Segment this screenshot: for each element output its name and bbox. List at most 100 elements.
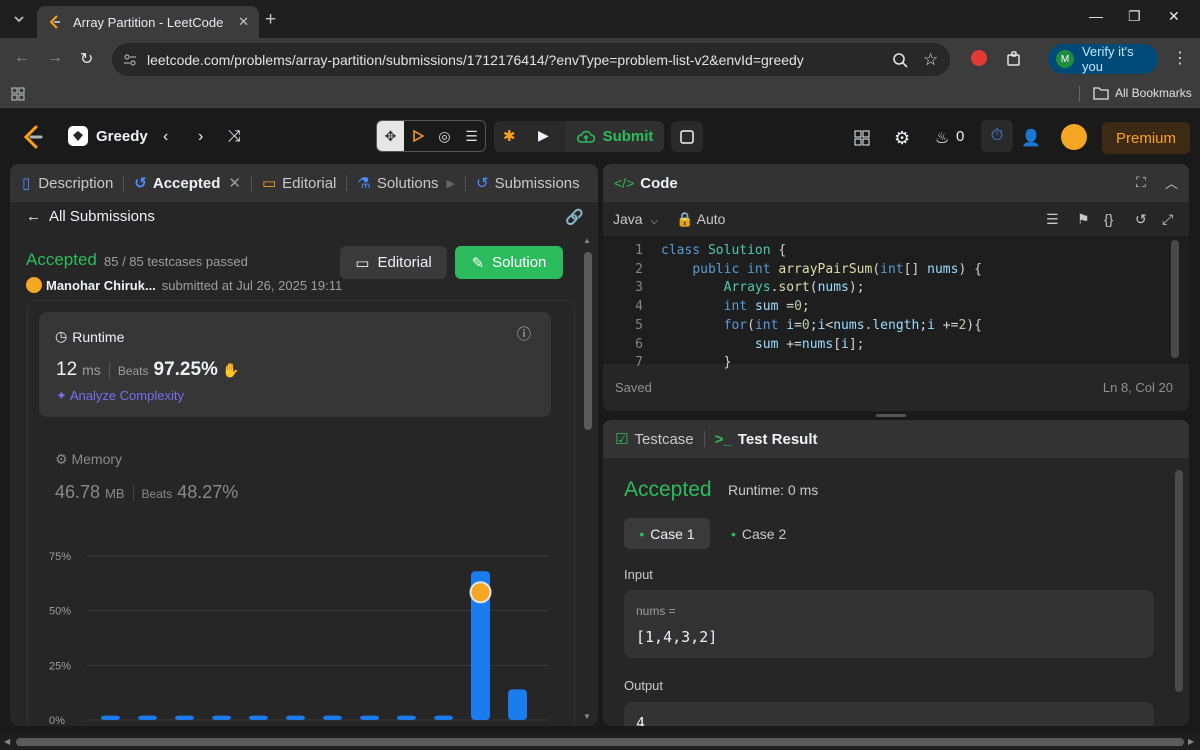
runtime-unit: ms	[82, 362, 101, 378]
horizontal-scroll-thumb[interactable]	[16, 738, 1184, 746]
mode-toggle[interactable]: 🔒 Auto	[676, 211, 725, 228]
streak-flame-icon[interactable]: ♨	[935, 128, 949, 148]
analyze-label: Analyze Complexity	[69, 388, 184, 403]
notes-button[interactable]	[671, 121, 703, 152]
panel-resize-handle[interactable]	[876, 414, 906, 417]
close-tab-icon[interactable]: ✕	[238, 14, 249, 30]
chart-bar[interactable]	[508, 689, 527, 720]
submit-button[interactable]: Submit	[566, 121, 664, 152]
extension-icon[interactable]	[971, 50, 987, 66]
bookmark-icon[interactable]: ⚑	[1077, 211, 1090, 228]
problem-list-title[interactable]: Greedy	[68, 126, 148, 146]
layout-icon[interactable]	[854, 130, 870, 146]
minimize-button[interactable]: —	[1089, 8, 1103, 24]
tab-test-result[interactable]: >_ Test Result	[709, 431, 824, 448]
run-button[interactable]: ▶	[538, 127, 549, 144]
left-scrollbar[interactable]	[584, 252, 592, 430]
link-icon[interactable]: 🔗	[565, 208, 584, 226]
tab-testcase[interactable]: ☑ Testcase	[603, 430, 700, 449]
drag-move-icon[interactable]: ✥	[377, 121, 404, 151]
forward-button[interactable]: →	[47, 49, 63, 67]
chart-bar[interactable]	[212, 715, 231, 720]
tab-search-button[interactable]	[8, 9, 30, 29]
page-horizontal-scrollbar[interactable]: ◀ ▶	[0, 734, 1200, 750]
tab-submissions[interactable]: ↺ Submissions	[470, 174, 586, 193]
apps-grid-icon[interactable]	[11, 87, 25, 101]
scroll-right-icon[interactable]: ▶	[1188, 737, 1194, 746]
solution-button[interactable]: ✎ Solution	[455, 246, 563, 279]
hide-icon[interactable]: ◎	[431, 121, 458, 151]
puzzle-extensions-icon[interactable]	[1005, 50, 1023, 68]
case-2-tab[interactable]: • Case 2	[731, 518, 786, 549]
scroll-left-icon[interactable]: ◀	[4, 737, 10, 746]
settings-sliders-icon[interactable]: ☰	[458, 121, 485, 151]
add-user-icon[interactable]: 👤	[1021, 128, 1041, 148]
result-scrollbar[interactable]	[1175, 470, 1183, 692]
expand-icon[interactable]: ⤢	[1162, 211, 1173, 228]
format-icon[interactable]: ☰	[1046, 211, 1059, 228]
braces-icon[interactable]: {}	[1104, 211, 1113, 227]
reload-button[interactable]: ↻	[80, 49, 93, 69]
back-button[interactable]: ←	[14, 49, 30, 67]
runtime-card[interactable]: ◷ Runtime ⓘ 12 ms Beats 97.25% ✋ ✦ Analyz…	[39, 312, 551, 417]
browser-tab[interactable]: Array Partition - LeetCode ✕	[37, 6, 259, 38]
your-submission-avatar[interactable]	[469, 581, 492, 604]
tab-accepted[interactable]: ↺ Accepted ✕	[128, 174, 247, 193]
submission-meta: Manohar Chiruk... submitted at Jul 26, 2…	[26, 277, 342, 293]
username[interactable]: Manohar Chiruk...	[46, 278, 156, 293]
verify-profile-button[interactable]: M Verify it's you	[1048, 44, 1158, 74]
code-line: int sum =0;	[723, 299, 810, 315]
chart-bar[interactable]	[360, 715, 379, 720]
tab-editorial[interactable]: ▭ Editorial	[256, 174, 342, 193]
debug-bug-icon[interactable]: ✱	[503, 127, 516, 145]
chart-bar[interactable]	[286, 715, 305, 720]
tab-label: Accepted	[152, 174, 221, 192]
reset-icon[interactable]: ↺	[1135, 211, 1147, 228]
code-scrollbar[interactable]	[1171, 240, 1179, 358]
chart-bar[interactable]	[323, 715, 342, 720]
leetcode-logo-icon[interactable]	[22, 125, 44, 149]
chart-bar[interactable]	[434, 715, 453, 720]
scroll-down-icon[interactable]: ▼	[583, 712, 591, 721]
chart-bar[interactable]	[397, 715, 416, 720]
next-problem-icon[interactable]: ›	[198, 128, 203, 146]
avatar[interactable]	[26, 277, 42, 293]
site-info-icon[interactable]	[122, 52, 138, 68]
premium-button[interactable]: Premium	[1102, 122, 1190, 154]
info-icon[interactable]: ⓘ	[517, 324, 531, 344]
chart-bar[interactable]	[175, 715, 194, 720]
collapse-icon[interactable]: ︿	[1165, 173, 1178, 192]
tab-description[interactable]: ▯ Description	[10, 174, 119, 193]
case-1-tab[interactable]: • Case 1	[624, 518, 710, 549]
chart-bar[interactable]	[249, 715, 268, 720]
chart-bar[interactable]	[101, 715, 120, 720]
zoom-icon[interactable]	[892, 52, 908, 68]
close-window-button[interactable]: ✕	[1168, 8, 1180, 25]
memory-title[interactable]: ⚙ Memory	[55, 451, 122, 468]
shuffle-icon[interactable]: ⤨	[228, 128, 241, 146]
browser-menu-icon[interactable]: ⋮	[1172, 48, 1188, 68]
tab-solutions[interactable]: ⚗ Solutions ▶	[351, 174, 461, 193]
line-number: 2	[635, 261, 643, 277]
all-bookmarks[interactable]: All Bookmarks	[1093, 86, 1192, 100]
cursor-position: Ln 8, Col 20	[1102, 380, 1173, 395]
code-editor[interactable]: 1 2 3 4 5 6 7 class Solution { public in…	[603, 236, 1189, 370]
all-submissions-link[interactable]: ← All Submissions	[26, 208, 155, 225]
avatar[interactable]	[1061, 124, 1087, 150]
maximize-button[interactable]: ❐	[1128, 8, 1141, 25]
gear-icon[interactable]: ⚙	[894, 128, 910, 149]
bookmark-star-icon[interactable]: ☆	[923, 50, 938, 70]
runtime-distribution-chart[interactable]: 75% 50% 25% 0%	[39, 524, 559, 724]
address-bar[interactable]: leetcode.com/problems/array-partition/su…	[112, 43, 950, 76]
scroll-up-icon[interactable]: ▲	[583, 236, 591, 245]
timer-icon[interactable]: ⏱	[981, 120, 1013, 152]
language-select[interactable]: Java ⌵	[613, 211, 658, 227]
fullscreen-icon[interactable]: ⛶	[1136, 174, 1146, 191]
prev-problem-icon[interactable]: ‹	[163, 128, 168, 146]
debug-play-icon[interactable]	[404, 121, 431, 151]
new-tab-button[interactable]: +	[265, 9, 276, 31]
editorial-button[interactable]: ▭ Editorial	[340, 246, 447, 279]
chart-bar[interactable]	[138, 715, 157, 720]
close-tab-icon[interactable]: ✕	[228, 174, 241, 192]
analyze-complexity-link[interactable]: ✦ Analyze Complexity	[56, 388, 184, 404]
